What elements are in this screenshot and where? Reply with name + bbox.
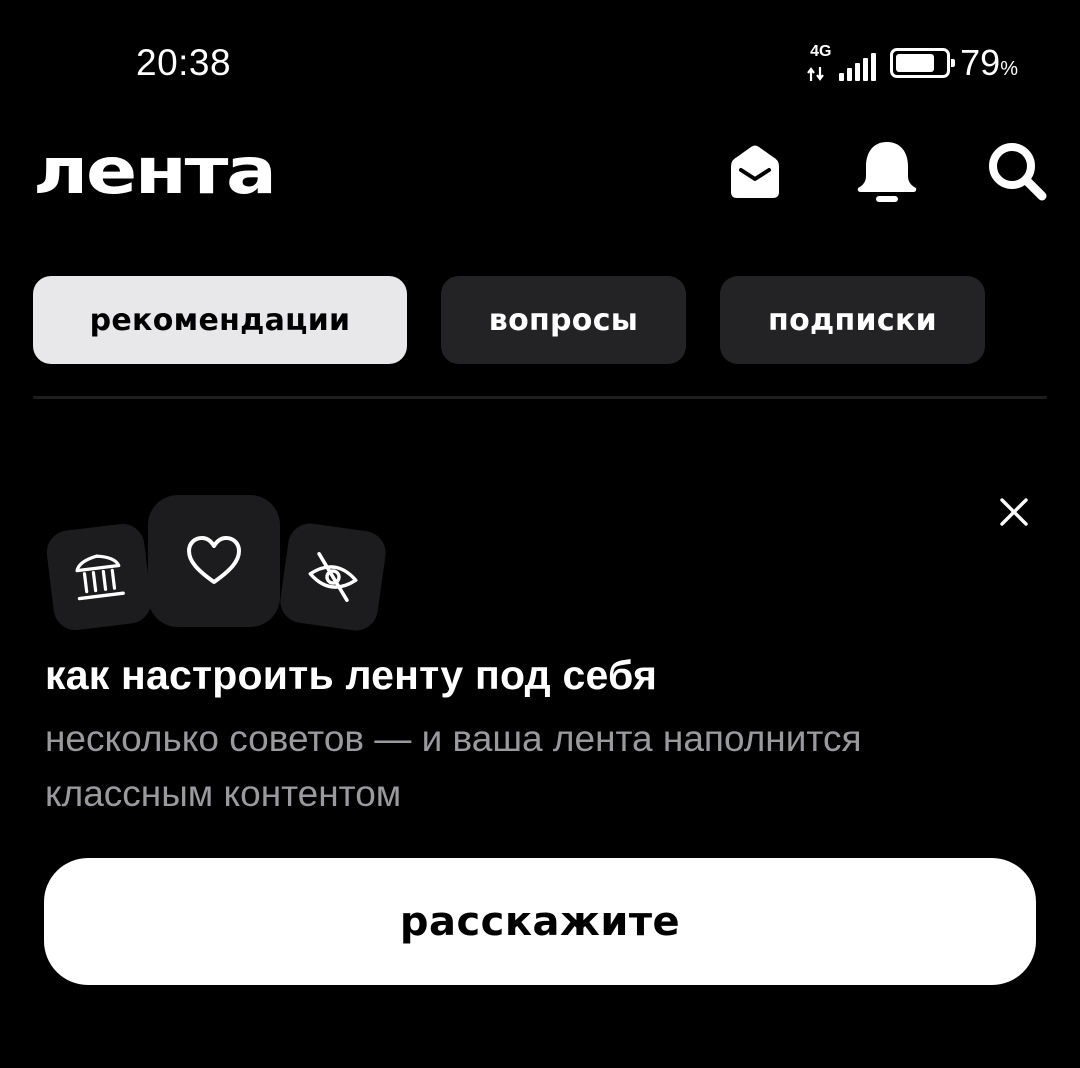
status-indicators: 4G 79% — [806, 40, 1018, 86]
museum-icon — [75, 554, 125, 601]
tip-tile-hide — [277, 520, 389, 634]
tell-me-button[interactable]: расскажите — [44, 858, 1036, 985]
heart-icon — [187, 536, 241, 584]
notifications-button[interactable] — [855, 140, 919, 204]
signal-bars — [839, 53, 877, 81]
onboarding-title: как настроить ленту под себя — [45, 652, 658, 698]
app-logo: лента — [33, 135, 277, 209]
feed-tabs: рекомендации вопросы подписки — [33, 276, 985, 364]
mail-icon — [731, 145, 779, 198]
tab-questions[interactable]: вопросы — [441, 276, 686, 364]
network-type: 4G — [810, 43, 832, 60]
battery-percent: 79% — [960, 42, 1018, 84]
tip-tile-heart — [148, 495, 280, 627]
mail-button[interactable] — [723, 140, 787, 204]
battery-icon — [890, 48, 956, 78]
tab-recommendations[interactable]: рекомендации — [33, 276, 407, 364]
data-arrows-icon — [807, 67, 825, 81]
close-icon — [1000, 498, 1028, 526]
battery-percent-unit: % — [1000, 58, 1018, 80]
search-icon — [989, 143, 1047, 201]
cellular-signal-icon: 4G — [806, 43, 877, 83]
battery-percent-value: 79 — [960, 42, 1001, 83]
search-button[interactable] — [985, 140, 1049, 204]
close-button[interactable] — [990, 488, 1038, 536]
tip-tile-museum — [44, 521, 154, 633]
onboarding-subtitle: несколько советов — и ваша лента наполни… — [45, 718, 862, 814]
battery-level — [896, 54, 935, 72]
eye-off-icon — [308, 552, 358, 602]
bell-icon — [857, 142, 917, 202]
tabs-divider — [33, 396, 1047, 399]
status-time: 20:38 — [136, 42, 232, 83]
tab-subscriptions[interactable]: подписки — [720, 276, 985, 364]
